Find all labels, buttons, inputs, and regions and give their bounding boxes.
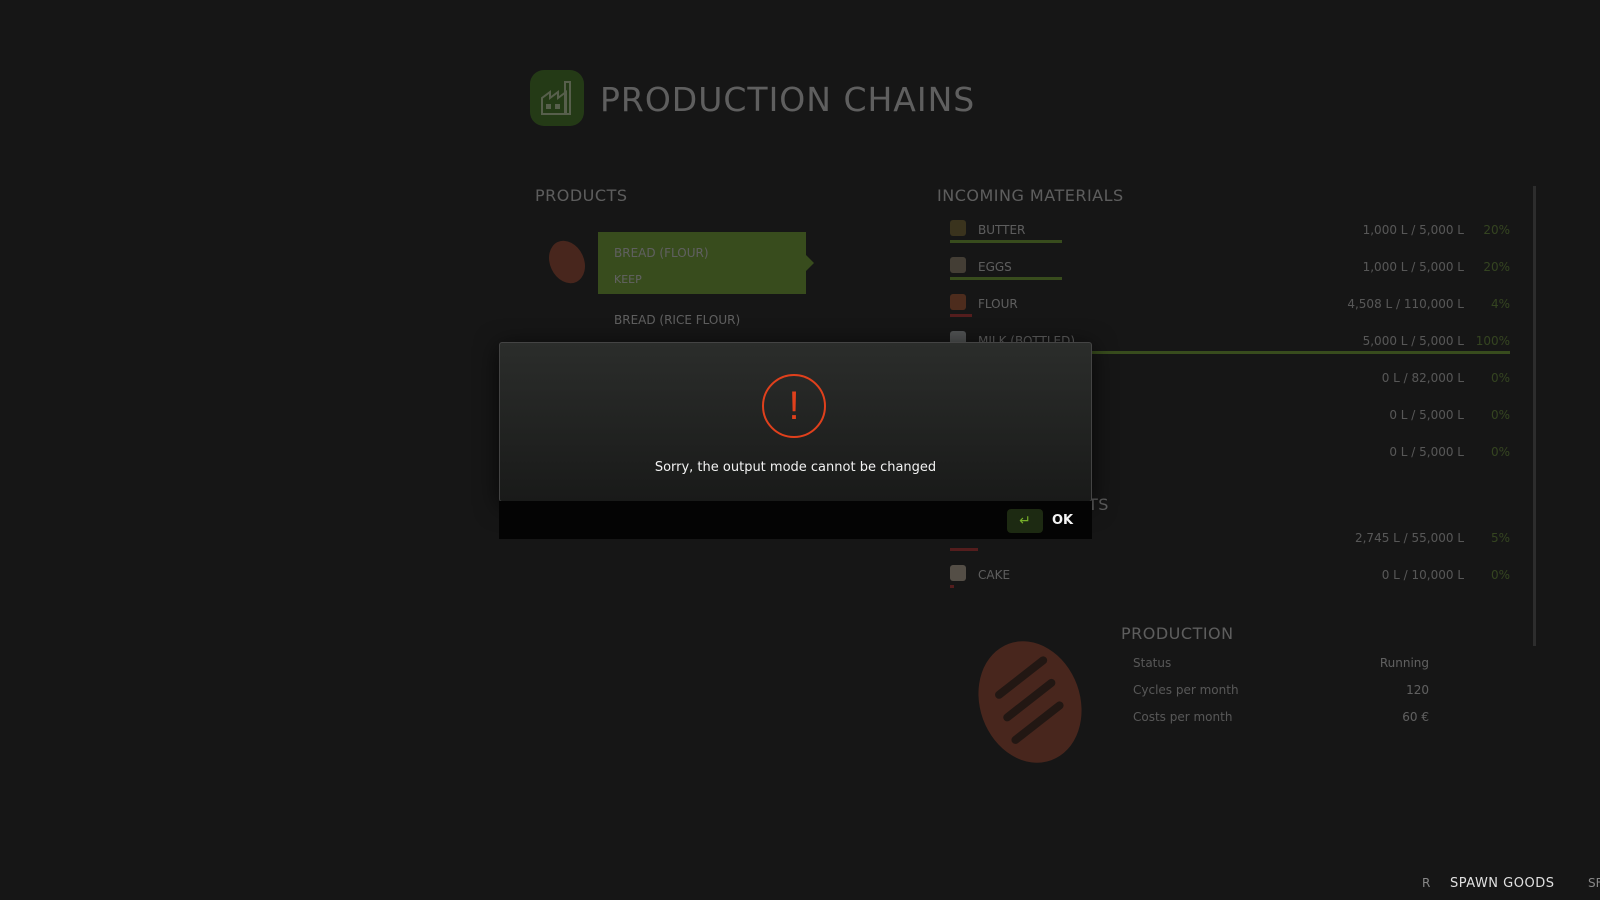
- product-mode: KEEP: [614, 273, 642, 286]
- bread-product-icon: [542, 234, 592, 290]
- product-item-bread-rice-flour[interactable]: BREAD (RICE FLOUR): [598, 300, 806, 340]
- error-dialog: ! Sorry, the output mode cannot be chang…: [499, 342, 1092, 502]
- eggs-icon: [950, 257, 966, 273]
- output-row-cake: CAKE 0 L / 10,000 L 0%: [950, 565, 1510, 601]
- flour-icon: [950, 294, 966, 310]
- material-row-flour: FLOUR 4,508 L / 110,000 L 4%: [950, 294, 1510, 330]
- product-name: BREAD (FLOUR): [614, 246, 709, 260]
- factory-icon: [530, 70, 584, 126]
- enter-key-icon: ↵: [1007, 509, 1043, 533]
- material-percent: 20%: [1483, 223, 1510, 237]
- row-label: Status: [1133, 656, 1172, 670]
- row-label: Costs per month: [1133, 710, 1233, 724]
- material-amount: 5,000 L / 5,000 L: [1362, 334, 1464, 348]
- incoming-materials-title: INCOMING MATERIALS: [937, 186, 1124, 205]
- material-percent: 100%: [1475, 334, 1510, 348]
- dialog-message: Sorry, the output mode cannot be changed: [654, 460, 937, 475]
- material-amount: 0 L / 5,000 L: [1389, 408, 1464, 422]
- row-value: Running: [1379, 656, 1429, 670]
- dialog-footer: ↵ OK: [499, 501, 1092, 539]
- production-chains-screen: PRODUCTION CHAINS PRODUCTS BREAD (FLOUR)…: [0, 0, 1600, 900]
- row-value: 60 €: [1402, 710, 1429, 724]
- production-title: PRODUCTION: [1121, 624, 1234, 643]
- spawn-goods-key: R: [1422, 876, 1431, 890]
- production-costs-row: Costs per month 60 €: [1133, 710, 1429, 724]
- material-name: EGGS: [978, 260, 1012, 274]
- material-amount: 0 L / 5,000 L: [1389, 445, 1464, 459]
- output-percent: 0%: [1490, 568, 1510, 582]
- warning-icon: !: [762, 374, 826, 438]
- material-percent: 0%: [1490, 408, 1510, 422]
- bread-large-icon: [961, 626, 1099, 778]
- material-row-eggs: EGGS 1,000 L / 5,000 L 20%: [950, 257, 1510, 293]
- next-action-key: SF: [1588, 876, 1600, 890]
- row-label: Cycles per month: [1133, 683, 1239, 697]
- material-name: BUTTER: [978, 223, 1026, 237]
- ok-button[interactable]: OK: [1052, 513, 1073, 528]
- output-amount: 0 L / 10,000 L: [1381, 568, 1464, 582]
- material-percent: 0%: [1490, 445, 1510, 459]
- output-name: CAKE: [978, 568, 1011, 582]
- page-title: PRODUCTION CHAINS: [600, 80, 976, 119]
- scrollbar[interactable]: [1533, 186, 1536, 646]
- material-amount: 1,000 L / 5,000 L: [1362, 260, 1464, 274]
- material-percent: 0%: [1490, 371, 1510, 385]
- cake-icon: [950, 565, 966, 581]
- product-name: BREAD (RICE FLOUR): [614, 313, 741, 327]
- material-level-bar: [950, 240, 1062, 243]
- output-amount: 2,745 L / 55,000 L: [1354, 531, 1464, 545]
- output-percent: 5%: [1490, 531, 1510, 545]
- material-name: FLOUR: [978, 297, 1018, 311]
- spawn-goods-button[interactable]: SPAWN GOODS: [1450, 876, 1554, 891]
- material-amount: 1,000 L / 5,000 L: [1362, 223, 1464, 237]
- products-title: PRODUCTS: [535, 186, 628, 205]
- butter-icon: [950, 220, 966, 236]
- production-status-row: Status Running: [1133, 656, 1429, 670]
- product-item-bread-flour[interactable]: BREAD (FLOUR) KEEP: [598, 232, 814, 294]
- row-value: 120: [1406, 683, 1429, 697]
- output-level-bar: [950, 548, 978, 551]
- material-level-bar: [950, 277, 1062, 280]
- production-cycles-row: Cycles per month 120: [1133, 683, 1429, 697]
- material-percent: 4%: [1490, 297, 1510, 311]
- material-percent: 20%: [1483, 260, 1510, 274]
- output-level-bar: [950, 585, 954, 588]
- material-amount: 4,508 L / 110,000 L: [1347, 297, 1464, 311]
- material-amount: 0 L / 82,000 L: [1381, 371, 1464, 385]
- material-level-bar: [950, 314, 972, 317]
- material-row-butter: BUTTER 1,000 L / 5,000 L 20%: [950, 220, 1510, 256]
